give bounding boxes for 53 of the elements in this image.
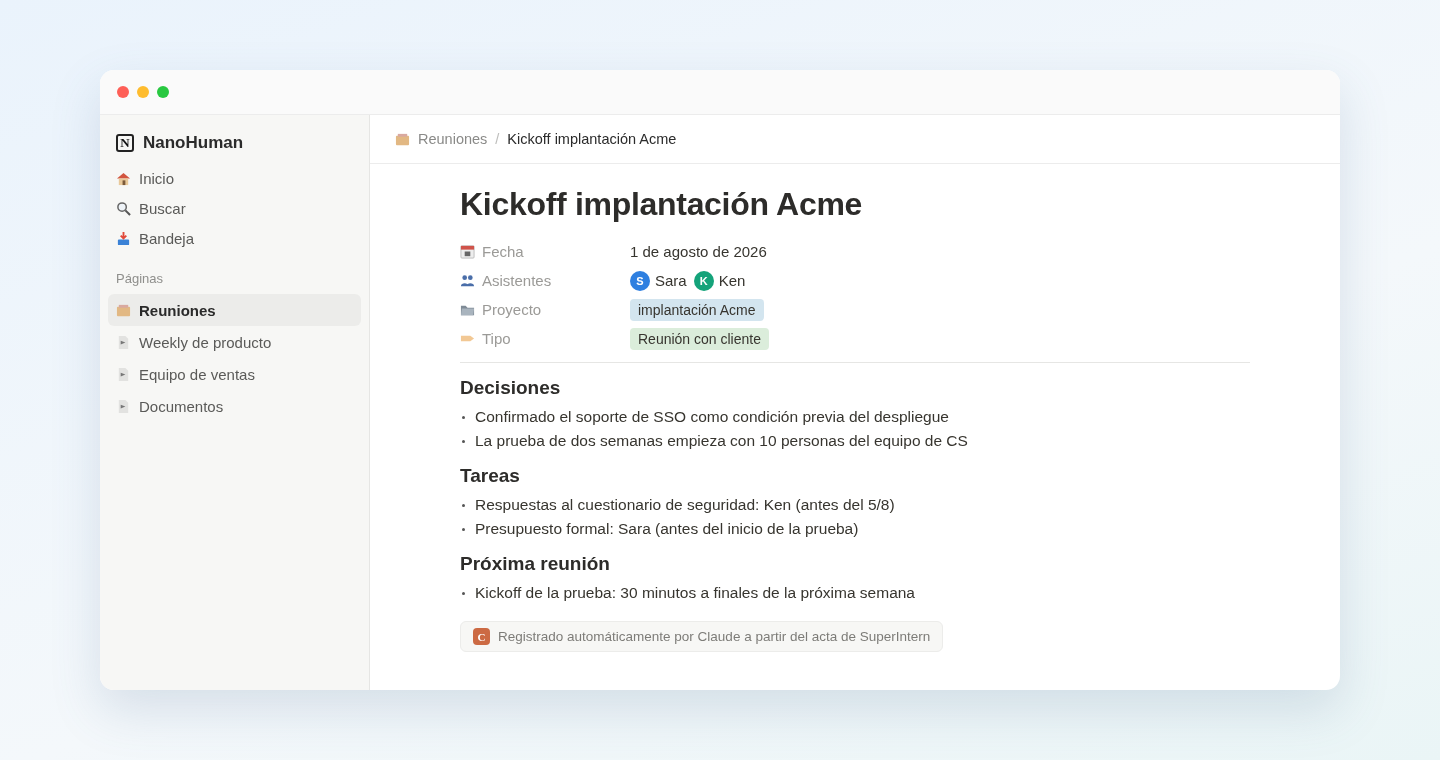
- close-icon[interactable]: [117, 86, 129, 98]
- calendar-icon: [460, 244, 475, 259]
- breadcrumb-current: Kickoff implantación Acme: [507, 131, 677, 147]
- breadcrumb-link[interactable]: Reuniones: [418, 131, 488, 147]
- section-title: Páginas: [115, 270, 164, 288]
- property-name: Proyecto: [482, 301, 542, 318]
- minimize-icon[interactable]: [137, 86, 149, 98]
- avatar: K: [693, 270, 714, 291]
- person-name: Ken: [718, 272, 746, 289]
- sidebar-item[interactable]: Equipo de ventas: [108, 358, 361, 390]
- house-icon: [116, 170, 131, 186]
- callout-text: Registrado automáticamente por Claude a partir del acta de SuperIntern: [498, 629, 931, 644]
- bullet-icon: [462, 527, 465, 531]
- inbox-icon: [116, 230, 131, 246]
- maximize-icon[interactable]: [157, 86, 169, 98]
- claude-badge: C: [473, 628, 490, 645]
- sidebar-item[interactable]: Documentos: [108, 390, 361, 422]
- bullet-icon: [462, 415, 465, 419]
- search-icon: [116, 200, 131, 216]
- bullet-text: Respuestas al cuestionario de seguridad: Ken (antes del 5/8): [475, 496, 895, 514]
- property-name: Fecha: [482, 243, 524, 260]
- tag: implantación Acme: [630, 298, 764, 321]
- avatar: S: [630, 270, 650, 291]
- workspace-logo: N: [116, 134, 134, 152]
- sidebar-item[interactable]: Weekly de producto: [108, 326, 361, 358]
- person-name: Sara: [655, 272, 687, 289]
- bullet-text: Kickoff de la prueba: 30 minutos a finales de la próxima semana: [475, 584, 915, 602]
- sidebar-item[interactable]: Reuniones: [108, 294, 361, 326]
- breadcrumb-separator: /: [495, 131, 500, 147]
- bullet-icon: [462, 503, 465, 507]
- bullet-icon: [462, 439, 465, 443]
- workspace-name[interactable]: NanoHuman: [143, 133, 244, 153]
- tag: Reunión con cliente: [630, 327, 769, 350]
- sidebar-item[interactable]: Inicio: [108, 163, 361, 193]
- section-heading: Decisiones: [460, 377, 562, 399]
- property-name: Asistentes: [482, 272, 552, 289]
- box-icon: [395, 131, 410, 147]
- bullet-text: Confirmado el soporte de SSO como condición previa del despliegue: [475, 408, 949, 426]
- page-icon: [116, 334, 131, 350]
- box-icon: [116, 302, 131, 318]
- page-title: Kickoff implantación Acme: [460, 186, 864, 223]
- bullet-icon: [462, 591, 465, 595]
- page-icon: [116, 398, 131, 414]
- page-icon: [116, 366, 131, 382]
- sidebar-item[interactable]: Bandeja: [108, 223, 361, 253]
- section-heading: Tareas: [460, 465, 521, 487]
- bullet-text: La prueba de dos semanas empieza con 10 personas del equipo de CS: [475, 432, 968, 450]
- property-name: Tipo: [482, 330, 511, 347]
- property-value: 1 de agosto de 2026: [630, 243, 767, 260]
- section-heading: Próxima reunión: [460, 553, 611, 575]
- sidebar-item[interactable]: Buscar: [108, 193, 361, 223]
- people-icon: [460, 273, 475, 288]
- bullet-text: Presupuesto formal: Sara (antes del inicio de la prueba): [475, 520, 859, 538]
